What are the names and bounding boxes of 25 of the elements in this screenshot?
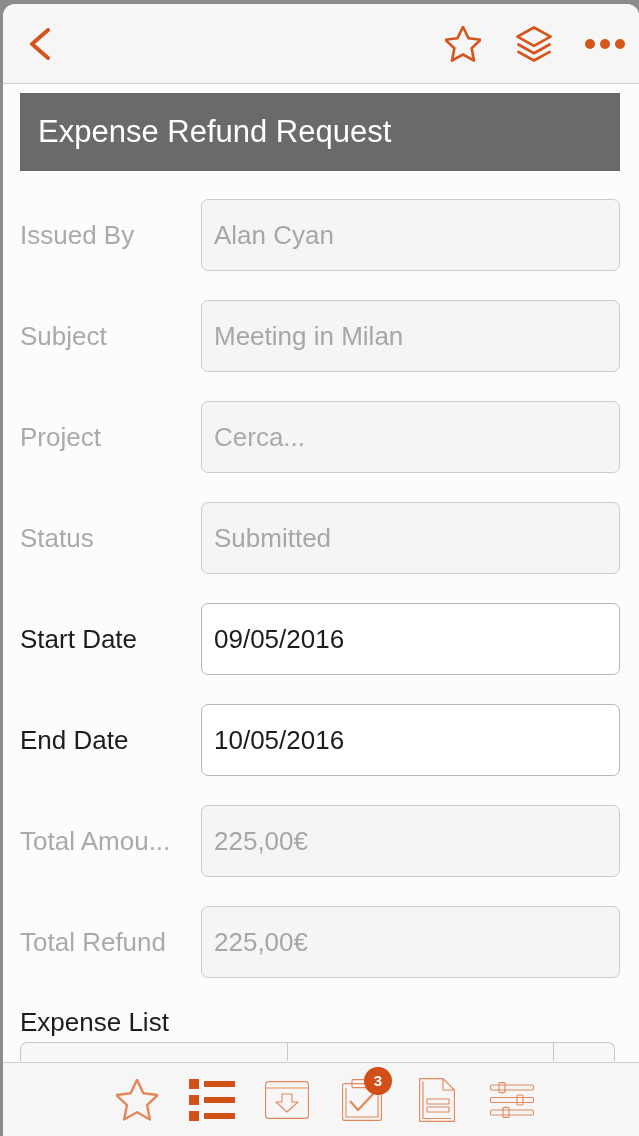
field-label: Subject	[20, 320, 108, 352]
star-icon	[115, 1078, 158, 1121]
layers-button[interactable]	[514, 25, 554, 62]
star-icon	[445, 25, 481, 62]
field-label: End Date	[20, 724, 130, 756]
field-label: Total Amou...	[20, 825, 172, 857]
back-button[interactable]	[27, 26, 53, 61]
tray-icon	[264, 1080, 309, 1119]
field-label: Project	[20, 421, 102, 453]
count-badge: 3	[364, 1066, 392, 1095]
text-field[interactable]: 09/05/2016	[201, 603, 620, 675]
list-icon	[188, 1078, 235, 1121]
sliders-icon	[489, 1081, 534, 1118]
more-icon	[585, 38, 625, 49]
document-icon	[418, 1077, 455, 1122]
back-icon	[29, 27, 51, 60]
field-label: Status	[20, 522, 95, 554]
field-label: Issued By	[20, 219, 136, 251]
section-title: Expense List	[20, 1006, 170, 1038]
layers-icon	[514, 25, 554, 62]
field-label: Total Refund	[20, 926, 167, 958]
text-field[interactable]: 10/05/2016	[201, 704, 620, 776]
field-label: Start Date	[20, 623, 139, 655]
favorite-button[interactable]	[445, 25, 481, 62]
form-title: Expense Refund Request	[38, 113, 392, 151]
